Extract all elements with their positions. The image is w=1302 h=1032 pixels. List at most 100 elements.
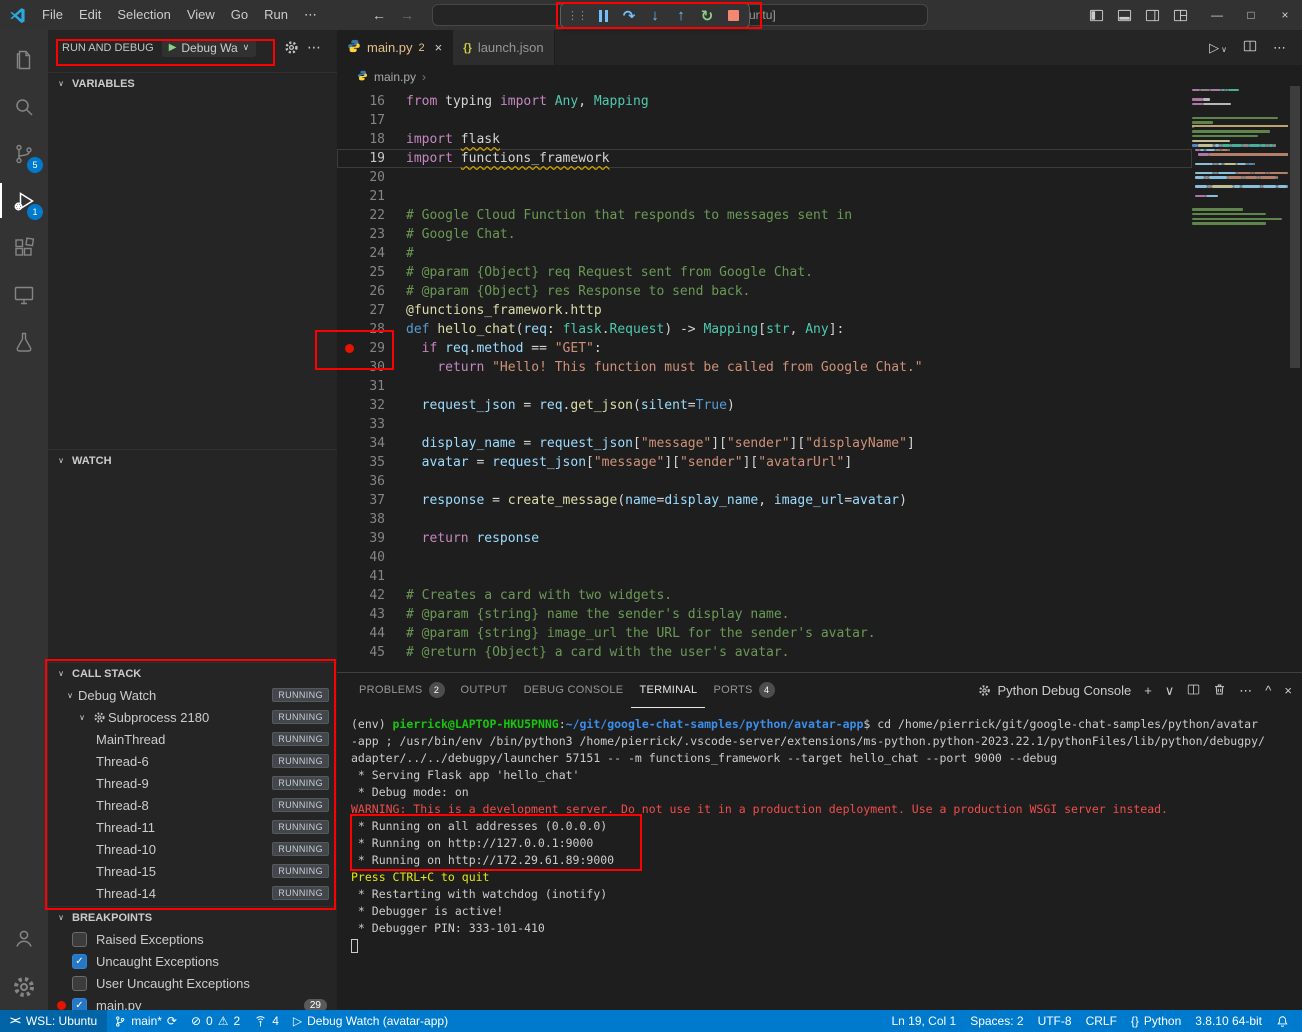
line-number[interactable]: 25 — [337, 263, 385, 282]
code-line[interactable]: 21 — [337, 187, 1192, 206]
editor-more-actions-icon[interactable]: ⋯ — [1273, 40, 1286, 56]
code-line[interactable]: 41 — [337, 567, 1192, 586]
customize-layout-icon[interactable] — [1166, 0, 1194, 30]
terminal-dropdown-icon[interactable]: ∨ — [1165, 683, 1175, 699]
watch-section-header[interactable]: ∨ WATCH — [48, 449, 337, 471]
panel-tab-output[interactable]: OUTPUT — [453, 673, 516, 708]
line-number[interactable]: 22 — [337, 206, 385, 225]
code-line[interactable]: 18import flask — [337, 130, 1192, 149]
code-line[interactable]: 23# Google Chat. — [337, 225, 1192, 244]
remote-indicator[interactable]: >< WSL: Ubuntu — [0, 1010, 107, 1032]
step-into-button[interactable]: ↓ — [642, 4, 668, 27]
toggle-secondary-sidebar-icon[interactable] — [1138, 0, 1166, 30]
debug-config-picker[interactable]: ▶ Debug Wa ∨ — [162, 39, 257, 57]
code-line[interactable]: 37 response = create_message(name=displa… — [337, 491, 1192, 510]
python-interpreter[interactable]: 3.8.10 64-bit — [1188, 1010, 1269, 1032]
line-number[interactable]: 20 — [337, 168, 385, 187]
line-number[interactable]: 38 — [337, 510, 385, 529]
breakpoint-checkbox[interactable]: ✓ — [72, 954, 87, 969]
line-number[interactable]: 31 — [337, 377, 385, 396]
menu-item-file[interactable]: File — [34, 7, 71, 23]
menu-item-view[interactable]: View — [179, 7, 223, 23]
code-line[interactable]: 45# @return {Object} a card with the use… — [337, 643, 1192, 662]
toggle-panel-icon[interactable] — [1110, 0, 1138, 30]
notifications-bell[interactable] — [1269, 1010, 1296, 1032]
line-number[interactable]: 27 — [337, 301, 385, 320]
code-line[interactable]: 29 if req.method == "GET": — [337, 339, 1192, 358]
tab-launch-json[interactable]: {} launch.json — [453, 30, 554, 65]
editor-scrollbar[interactable] — [1290, 86, 1300, 368]
line-number[interactable]: 30 — [337, 358, 385, 377]
maximize-button[interactable]: □ — [1234, 0, 1268, 30]
code-line[interactable]: 26# @param {Object} res Response to send… — [337, 282, 1192, 301]
kill-terminal-button[interactable] — [1213, 683, 1226, 699]
line-number[interactable]: 40 — [337, 548, 385, 567]
callstack-row[interactable]: Thread-11RUNNING — [48, 816, 337, 838]
breadcrumb-file[interactable]: main.py — [374, 70, 416, 84]
sync-icon[interactable]: ⟳ — [167, 1014, 177, 1028]
callstack-row[interactable]: MainThreadRUNNING — [48, 728, 337, 750]
menu-item-go[interactable]: Go — [223, 7, 256, 23]
eol-status[interactable]: CRLF — [1079, 1010, 1124, 1032]
line-number[interactable]: 16 — [337, 92, 385, 111]
encoding-status[interactable]: UTF-8 — [1031, 1010, 1079, 1032]
line-number[interactable]: 28 — [337, 320, 385, 339]
line-number[interactable]: 42 — [337, 586, 385, 605]
account-icon[interactable] — [0, 914, 48, 961]
extensions-icon[interactable] — [0, 224, 48, 271]
menu-item-⋯[interactable]: ⋯ — [296, 7, 325, 23]
callstack-row[interactable]: Thread-10RUNNING — [48, 838, 337, 860]
toggle-sidebar-icon[interactable] — [1082, 0, 1110, 30]
new-terminal-button[interactable]: + — [1144, 683, 1152, 698]
breakpoint-row[interactable]: Raised Exceptions — [48, 928, 337, 950]
callstack-row[interactable]: Thread-15RUNNING — [48, 860, 337, 882]
code-line[interactable]: 30 return "Hello! This function must be … — [337, 358, 1192, 377]
code-line[interactable]: 39 return response — [337, 529, 1192, 548]
language-mode[interactable]: {}Python — [1124, 1010, 1188, 1032]
panel-more-actions-icon[interactable]: ⋯ — [1239, 683, 1252, 699]
code-line[interactable]: 25# @param {Object} req Request sent fro… — [337, 263, 1192, 282]
testing-icon[interactable] — [0, 318, 48, 365]
callstack-row[interactable]: Thread-14RUNNING — [48, 882, 337, 904]
step-over-button[interactable]: ↷ — [616, 4, 642, 27]
code-line[interactable]: 20 — [337, 168, 1192, 187]
line-number[interactable]: 35 — [337, 453, 385, 472]
callstack-row[interactable]: ∨Debug WatchRUNNING — [48, 684, 337, 706]
panel-tab-terminal[interactable]: TERMINAL — [631, 673, 705, 708]
split-editor-button[interactable] — [1243, 39, 1257, 56]
close-panel-icon[interactable]: × — [1284, 683, 1292, 698]
code-line[interactable]: 43# @param {string} name the sender's di… — [337, 605, 1192, 624]
ports-status[interactable]: 4 — [247, 1010, 286, 1032]
line-number[interactable]: 26 — [337, 282, 385, 301]
line-number[interactable]: 18 — [337, 130, 385, 149]
split-terminal-button[interactable] — [1187, 683, 1200, 699]
code-line[interactable]: 44# @param {string} image_url the URL fo… — [337, 624, 1192, 643]
breakpoints-section-header[interactable]: ∨ BREAKPOINTS — [48, 906, 337, 928]
launch-config-gear-icon[interactable] — [284, 40, 299, 55]
back-icon[interactable]: ← — [372, 7, 386, 23]
code-line[interactable]: 40 — [337, 548, 1192, 567]
code-line[interactable]: 16from typing import Any, Mapping — [337, 92, 1192, 111]
start-debug-icon[interactable]: ▶ — [169, 42, 177, 53]
source-control-icon[interactable]: 5 — [0, 130, 48, 177]
menu-item-selection[interactable]: Selection — [109, 7, 178, 23]
line-number[interactable]: 33 — [337, 415, 385, 434]
variables-section-header[interactable]: ∨ VARIABLES — [48, 72, 337, 94]
breakpoint-checkbox[interactable] — [72, 932, 87, 947]
breakpoint-dot[interactable] — [345, 344, 354, 353]
terminal-instance[interactable]: Python Debug Console — [978, 683, 1131, 698]
breakpoint-row[interactable]: ✓main.py29 — [48, 994, 337, 1010]
code-line[interactable]: 28def hello_chat(req: flask.Request) -> … — [337, 320, 1192, 339]
line-number[interactable]: 32 — [337, 396, 385, 415]
code-line[interactable]: 24# — [337, 244, 1192, 263]
run-and-debug-icon[interactable]: 1 — [0, 177, 48, 224]
settings-gear-icon[interactable] — [0, 963, 48, 1010]
line-number[interactable]: 24 — [337, 244, 385, 263]
line-number[interactable]: 29 — [337, 339, 385, 358]
line-number[interactable]: 37 — [337, 491, 385, 510]
line-number[interactable]: 17 — [337, 111, 385, 130]
code-line[interactable]: 36 — [337, 472, 1192, 491]
panel-tab-problems[interactable]: PROBLEMS2 — [351, 673, 453, 708]
indentation-status[interactable]: Spaces: 2 — [963, 1010, 1030, 1032]
code-line[interactable]: 32 request_json = req.get_json(silent=Tr… — [337, 396, 1192, 415]
